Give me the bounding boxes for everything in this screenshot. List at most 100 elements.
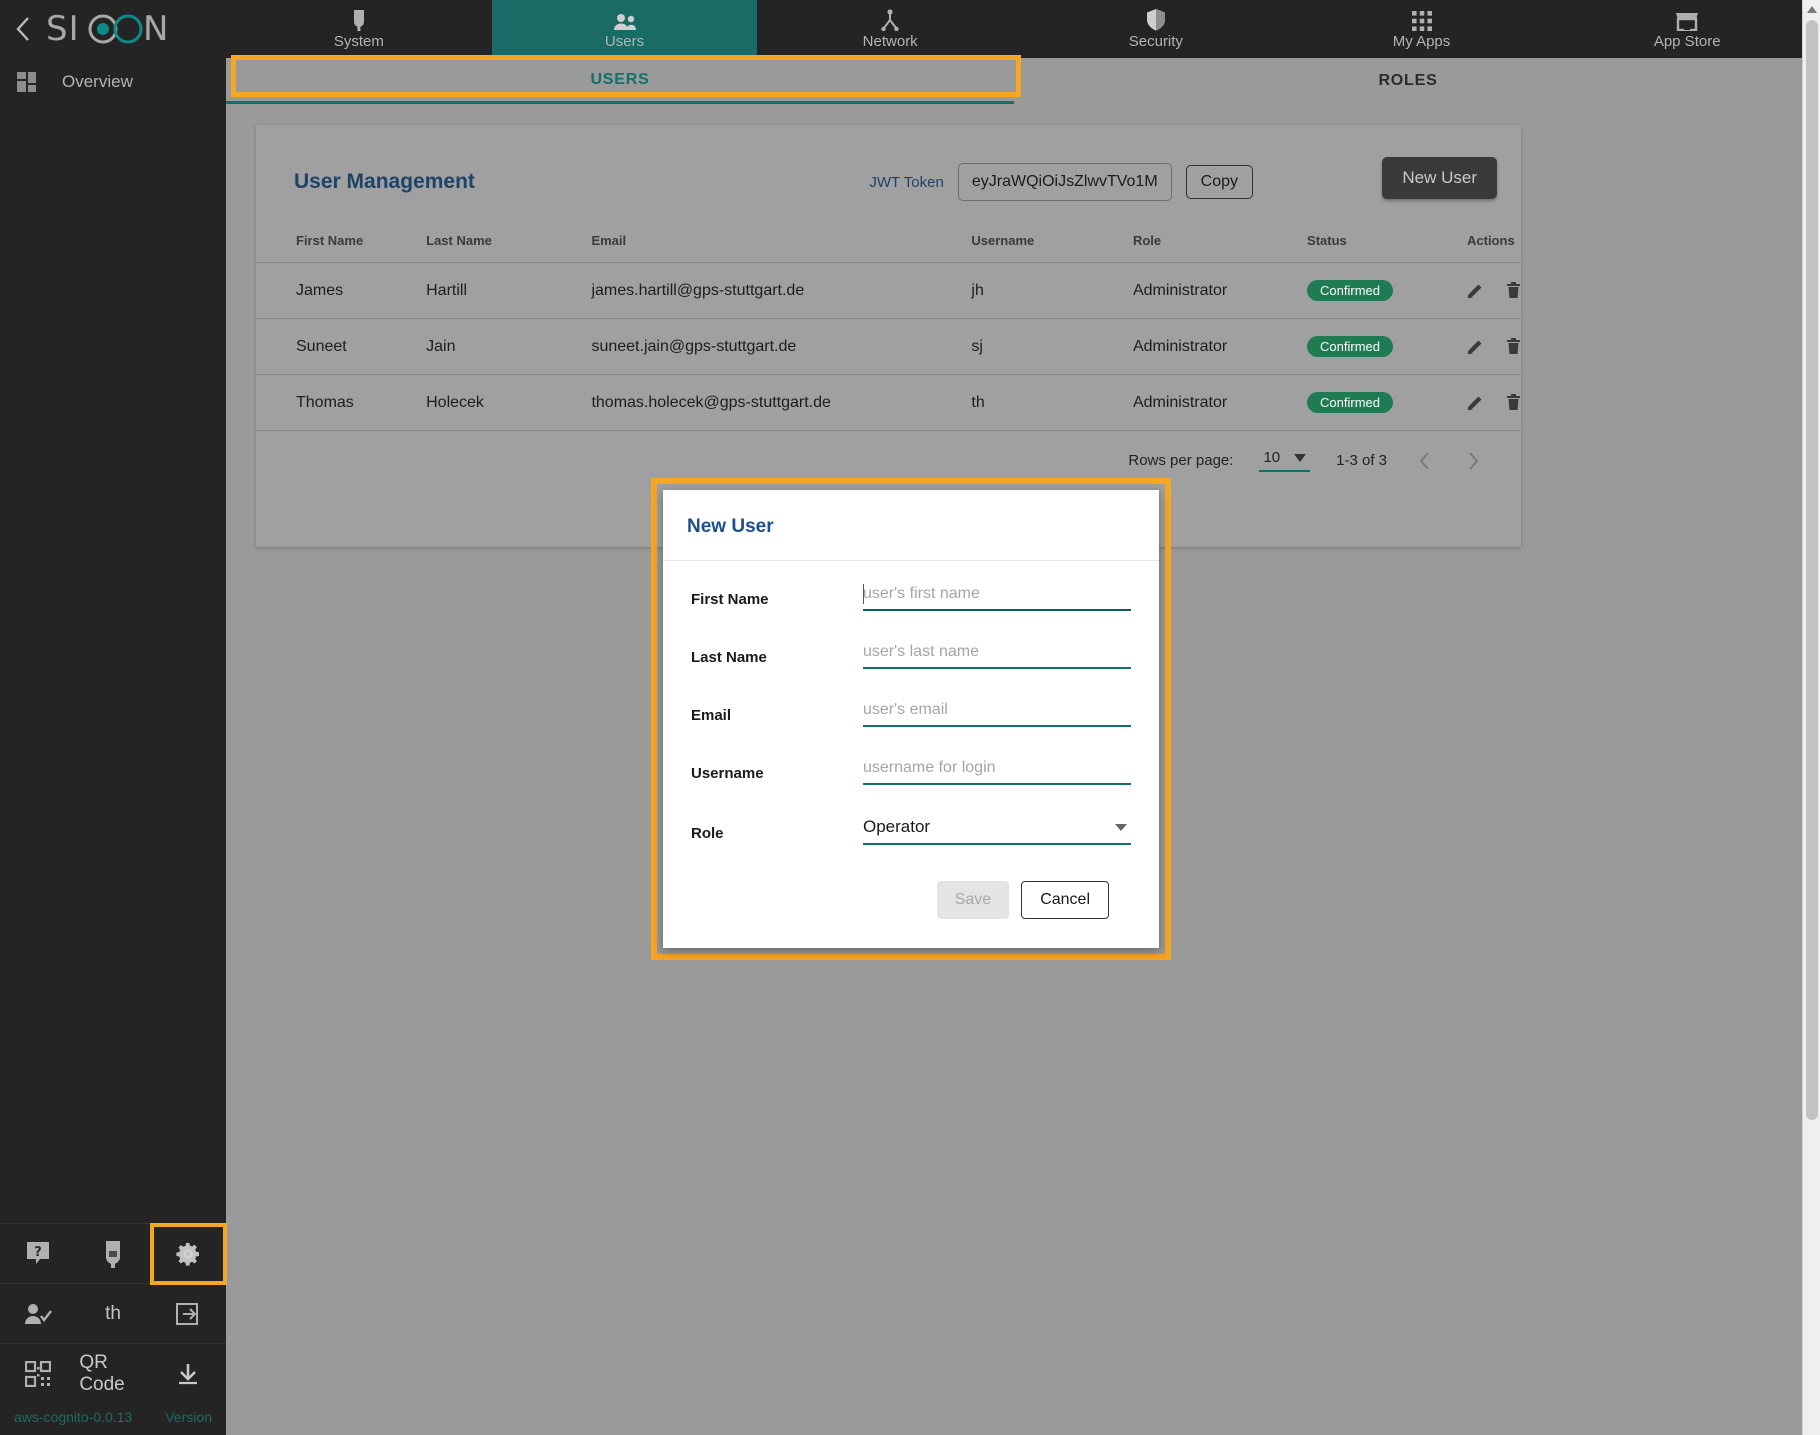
dialog-actions: Save Cancel xyxy=(691,871,1131,919)
card-header: User Management JWT Token eyJraWQiOiJsZl… xyxy=(256,125,1521,217)
sicon-logo: SI N xyxy=(46,7,196,51)
role-select[interactable]: Operator xyxy=(863,815,1131,845)
nav-tab-security[interactable]: Security xyxy=(1023,0,1289,58)
cell-status: Confirmed xyxy=(1307,319,1467,375)
help-icon[interactable]: ? xyxy=(0,1224,75,1284)
user-check-icon[interactable] xyxy=(0,1284,75,1344)
save-button[interactable]: Save xyxy=(937,881,1009,919)
plug-connector-icon[interactable] xyxy=(75,1224,150,1284)
cancel-button[interactable]: Cancel xyxy=(1021,881,1109,919)
username-input[interactable] xyxy=(863,757,1131,785)
current-user-initials[interactable]: th xyxy=(75,1284,150,1344)
column-header-first-name: First Name xyxy=(256,223,426,263)
new-user-dialog: New User First Name Last Name Email xyxy=(663,490,1159,948)
sidebar-item-label: Overview xyxy=(62,72,133,92)
cell-actions xyxy=(1467,375,1521,431)
svg-text:N: N xyxy=(143,9,169,49)
pagination-bar: Rows per page: 10 1-3 of 3 xyxy=(256,431,1521,472)
download-icon[interactable] xyxy=(151,1344,226,1404)
chevron-down-icon xyxy=(1294,454,1306,462)
cell-status: Confirmed xyxy=(1307,263,1467,319)
nav-tab-network[interactable]: Network xyxy=(757,0,1023,58)
table-row[interactable]: James Hartill james.hartill@gps-stuttgar… xyxy=(256,263,1521,319)
dialog-title: New User xyxy=(663,490,1159,561)
column-header-last-name: Last Name xyxy=(426,223,591,263)
role-selected-value: Operator xyxy=(863,817,930,837)
nav-label: App Store xyxy=(1654,33,1721,50)
dialog-body: First Name Last Name Email Userna xyxy=(663,561,1159,919)
nav-tab-system[interactable]: System xyxy=(226,0,492,58)
cell-role: Administrator xyxy=(1133,263,1307,319)
text-caret xyxy=(863,584,864,604)
rows-per-page-select[interactable]: 10 xyxy=(1259,449,1310,472)
edit-pencil-icon[interactable] xyxy=(1467,394,1484,411)
copy-button[interactable]: Copy xyxy=(1186,165,1253,199)
store-icon xyxy=(1675,9,1699,31)
pagination-next-button[interactable] xyxy=(1462,452,1485,470)
status-badge: Confirmed xyxy=(1307,392,1393,413)
delete-trash-icon[interactable] xyxy=(1506,338,1521,355)
qr-code-icon[interactable] xyxy=(0,1344,75,1404)
nav-label: System xyxy=(334,33,384,50)
table-row[interactable]: Suneet Jain suneet.jain@gps-stuttgart.de… xyxy=(256,319,1521,375)
new-user-button[interactable]: New User xyxy=(1382,157,1497,199)
field-row-username: Username xyxy=(691,757,1131,785)
nav-tab-app-store[interactable]: App Store xyxy=(1554,0,1820,58)
nav-label: Network xyxy=(863,33,918,50)
cell-email: suneet.jain@gps-stuttgart.de xyxy=(591,319,971,375)
chevron-left-icon[interactable] xyxy=(0,0,46,58)
nav-label: Users xyxy=(605,33,644,50)
last-name-field-wrap xyxy=(863,641,1131,669)
table-header-row: First Name Last Name Email Username Role… xyxy=(256,223,1521,263)
tab-roles[interactable]: ROLES xyxy=(1014,58,1802,104)
cell-username: sj xyxy=(971,319,1133,375)
rows-per-page-label: Rows per page: xyxy=(1128,452,1233,469)
first-name-field-wrap xyxy=(863,583,1131,611)
cell-username: th xyxy=(971,375,1133,431)
logout-icon[interactable] xyxy=(151,1284,226,1344)
cell-role: Administrator xyxy=(1133,319,1307,375)
nav-tab-users[interactable]: Users xyxy=(492,0,758,58)
jwt-token-value[interactable]: eyJraWQiOiJsZlwvTVo1M xyxy=(958,163,1172,201)
qr-code-label: QR Code xyxy=(75,1344,150,1404)
edit-pencil-icon[interactable] xyxy=(1467,338,1484,355)
pagination-prev-button[interactable] xyxy=(1413,452,1436,470)
gear-icon[interactable] xyxy=(151,1224,226,1284)
scrollbar-thumb[interactable] xyxy=(1806,20,1818,1120)
column-header-actions: Actions xyxy=(1467,223,1521,263)
field-row-role: Role Operator xyxy=(691,815,1131,845)
cell-last-name: Hartill xyxy=(426,263,591,319)
last-name-input[interactable] xyxy=(863,641,1131,669)
username-field-wrap xyxy=(863,757,1131,785)
network-icon xyxy=(880,9,900,31)
cell-actions xyxy=(1467,263,1521,319)
left-sidebar: SI N Overview xyxy=(0,0,226,1435)
delete-trash-icon[interactable] xyxy=(1506,394,1521,411)
email-input[interactable] xyxy=(863,699,1131,727)
cell-last-name: Jain xyxy=(426,319,591,375)
sidebar-bottom-row-3: QR Code xyxy=(0,1343,226,1403)
tab-users[interactable]: USERS xyxy=(226,58,1014,104)
sidebar-bottom-panel: ? xyxy=(0,1223,226,1435)
label-username: Username xyxy=(691,765,863,785)
delete-trash-icon[interactable] xyxy=(1506,282,1521,299)
field-row-first-name: First Name xyxy=(691,583,1131,611)
column-header-role: Role xyxy=(1133,223,1307,263)
shield-icon xyxy=(1146,9,1166,31)
jwt-token-area: JWT Token eyJraWQiOiJsZlwvTVo1M Copy xyxy=(869,163,1253,201)
cell-status: Confirmed xyxy=(1307,375,1467,431)
edit-pencil-icon[interactable] xyxy=(1467,282,1484,299)
scroll-up-arrow[interactable] xyxy=(1803,0,1820,18)
table-row[interactable]: Thomas Holecek thomas.holecek@gps-stuttg… xyxy=(256,375,1521,431)
sidebar-item-overview[interactable]: Overview xyxy=(0,58,226,106)
cell-email: thomas.holecek@gps-stuttgart.de xyxy=(591,375,971,431)
chevron-down-icon xyxy=(1115,824,1127,831)
field-row-email: Email xyxy=(691,699,1131,727)
nav-tab-my-apps[interactable]: My Apps xyxy=(1289,0,1555,58)
column-header-username: Username xyxy=(971,223,1133,263)
page-scrollbar[interactable] xyxy=(1802,0,1820,1435)
label-last-name: Last Name xyxy=(691,649,863,669)
first-name-input[interactable] xyxy=(863,583,1131,611)
email-field-wrap xyxy=(863,699,1131,727)
label-role: Role xyxy=(691,825,863,845)
